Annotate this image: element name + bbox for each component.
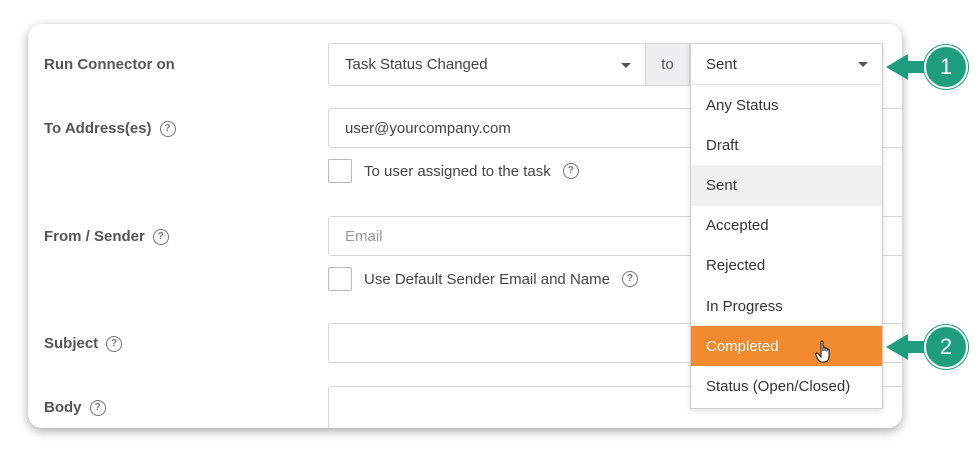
status-select[interactable]: Sent <box>691 44 882 85</box>
help-icon[interactable]: ? <box>152 228 169 245</box>
option-draft[interactable]: Draft <box>691 125 882 165</box>
option-completed[interactable]: Completed <box>691 326 882 367</box>
subject-label: Subject ? <box>44 335 123 352</box>
status-dropdown[interactable]: Sent Any Status Draft Sent Accepted Reje… <box>690 43 883 409</box>
option-any-status[interactable]: Any Status <box>691 85 882 125</box>
event-select[interactable]: Task Status Changed <box>328 43 646 86</box>
from-sender-label: From / Sender ? <box>44 228 169 245</box>
help-icon[interactable]: ? <box>89 399 106 416</box>
help-icon[interactable]: ? <box>621 271 638 287</box>
callout-badge-2: 2 <box>924 325 968 369</box>
callout-arrow-icon <box>886 334 908 360</box>
default-sender-checkbox-row[interactable]: Use Default Sender Email and Name ? <box>328 267 638 291</box>
help-icon[interactable]: ? <box>562 163 579 179</box>
default-sender-checkbox[interactable] <box>328 267 352 291</box>
option-status-open-closed[interactable]: Status (Open/Closed) <box>691 366 882 406</box>
hand-cursor-icon <box>815 340 830 363</box>
body-label: Body ? <box>44 399 106 416</box>
option-rejected[interactable]: Rejected <box>691 246 882 286</box>
callout-arrow-icon <box>886 54 908 80</box>
chevron-down-icon <box>621 62 631 68</box>
option-sent[interactable]: Sent <box>691 165 882 206</box>
to-address-label: To Address(es) ? <box>44 120 176 137</box>
option-in-progress[interactable]: In Progress <box>691 286 882 326</box>
assigned-user-checkbox[interactable] <box>328 159 352 183</box>
help-icon[interactable]: ? <box>106 335 123 352</box>
help-icon[interactable]: ? <box>159 120 176 137</box>
callout-1: 1 <box>886 45 968 89</box>
callout-badge-1: 1 <box>924 45 968 89</box>
callout-2: 2 <box>886 325 968 369</box>
run-connector-label: Run Connector on <box>44 56 175 73</box>
to-connector-label: to <box>645 43 690 86</box>
assigned-user-checkbox-row[interactable]: To user assigned to the task ? <box>328 159 579 183</box>
caret-down-icon <box>858 62 868 67</box>
option-accepted[interactable]: Accepted <box>691 206 882 246</box>
